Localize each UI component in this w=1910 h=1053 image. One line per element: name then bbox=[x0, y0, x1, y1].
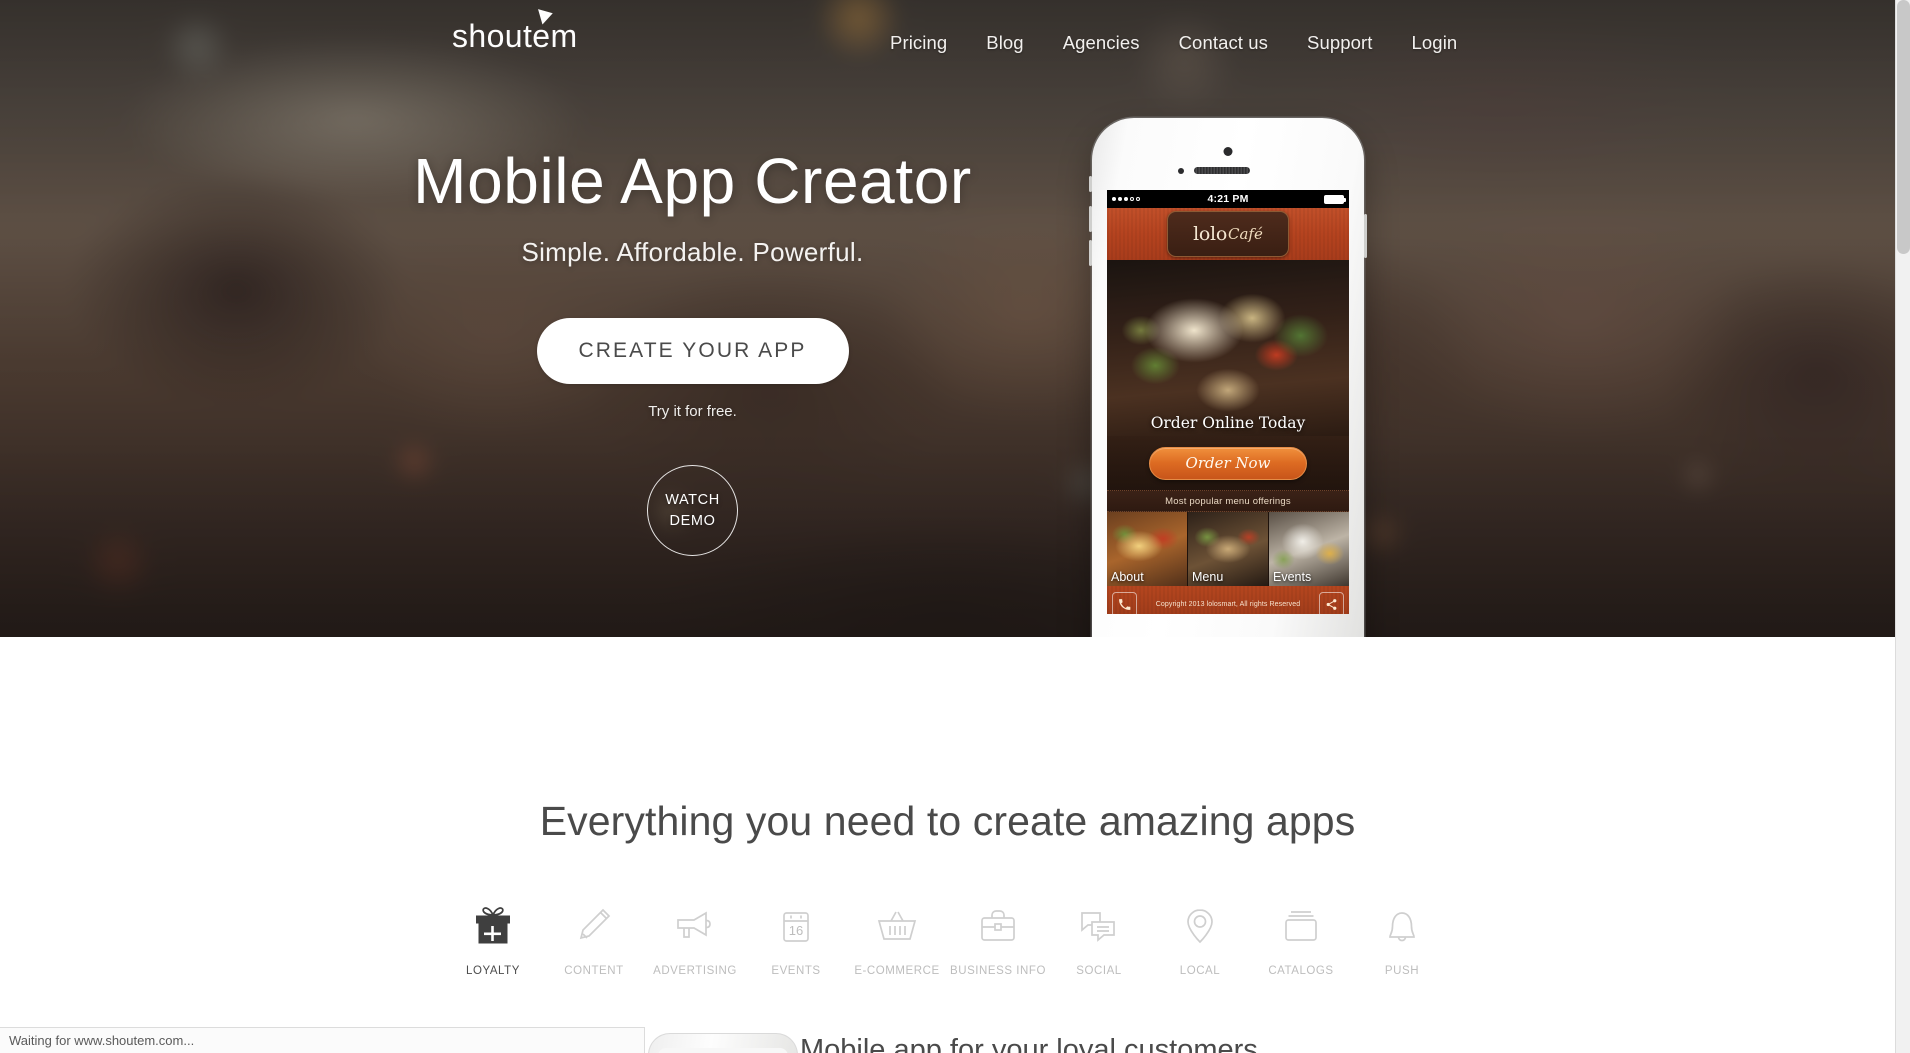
share-icon[interactable] bbox=[1318, 591, 1344, 614]
feature-label: SOCIAL bbox=[1076, 965, 1122, 977]
feature-label: LOYALTY bbox=[466, 965, 520, 977]
feature-item-events[interactable]: 16 EVENTS bbox=[746, 900, 847, 977]
gift-icon bbox=[472, 900, 514, 948]
brand-logo-text: shoutem bbox=[452, 18, 578, 54]
phone-power-button bbox=[1364, 214, 1367, 258]
feature-item-e-commerce[interactable]: E-COMMERCE bbox=[847, 900, 948, 977]
feature-label: CONTENT bbox=[564, 965, 624, 977]
app-footer: Copyright 2013 lolosmart, All rights Res… bbox=[1107, 586, 1349, 614]
app-popular-label: Most popular menu offerings bbox=[1107, 490, 1349, 512]
megaphone-icon bbox=[672, 900, 718, 948]
order-now-button[interactable]: Order Now bbox=[1149, 446, 1307, 480]
feature-label: EVENTS bbox=[771, 965, 821, 977]
nav-item-blog[interactable]: Blog bbox=[986, 32, 1023, 54]
brand-logo[interactable]: shoutem bbox=[452, 5, 578, 54]
features-section: Everything you need to create amazing ap… bbox=[0, 637, 1895, 977]
app-logo-main: lolo bbox=[1193, 223, 1227, 245]
app-tile-events[interactable]: Events bbox=[1269, 512, 1349, 586]
page-scrollbar[interactable] bbox=[1895, 0, 1910, 1053]
phone-front-camera bbox=[1223, 147, 1233, 156]
feature-item-catalogs[interactable]: CATALOGS bbox=[1251, 900, 1352, 977]
calendar-icon: 16 bbox=[775, 900, 817, 948]
watch-demo-line-2: DEMO bbox=[669, 512, 716, 529]
app-order-section: Order Now bbox=[1107, 436, 1349, 490]
nav-item-agencies[interactable]: Agencies bbox=[1063, 32, 1140, 54]
features-heading: Everything you need to create amazing ap… bbox=[539, 798, 1356, 844]
briefcase-icon bbox=[975, 900, 1021, 948]
calendar-date-badge: 16 bbox=[789, 923, 803, 938]
app-hero-caption: Order Online Today bbox=[1150, 414, 1306, 432]
watch-demo-line-1: WATCH bbox=[665, 492, 720, 509]
pencil-icon bbox=[573, 900, 615, 948]
app-header: lolo Café bbox=[1107, 208, 1349, 260]
feature-label: PUSH bbox=[1384, 965, 1420, 977]
feature-label: LOCAL bbox=[1179, 965, 1221, 977]
create-your-app-button[interactable]: CREATE YOUR APP bbox=[536, 318, 849, 385]
app-hero-food-image: Order Online Today bbox=[1107, 260, 1349, 436]
feature-item-content[interactable]: CONTENT bbox=[544, 900, 645, 977]
status-bar-clock: 4:21 PM bbox=[1207, 193, 1249, 205]
hero-section: shoutem Pricing Blog Agencies Contact us… bbox=[0, 0, 1895, 637]
next-section-title: Mobile app for your loyal customers bbox=[800, 1034, 1258, 1053]
nav-item-pricing[interactable]: Pricing bbox=[890, 32, 947, 54]
feature-item-push[interactable]: PUSH bbox=[1352, 900, 1453, 977]
feature-item-business-info[interactable]: BUSINESS INFO bbox=[948, 900, 1049, 977]
nav-item-contact-us[interactable]: Contact us bbox=[1179, 32, 1268, 54]
watch-demo-button[interactable]: WATCH DEMO bbox=[647, 465, 738, 557]
phone-mute-switch bbox=[1089, 176, 1092, 192]
feature-label: ADVERTISING bbox=[653, 965, 737, 977]
battery-icon bbox=[1324, 194, 1346, 204]
feature-item-advertising[interactable]: ADVERTISING bbox=[645, 900, 746, 977]
feature-label: CATALOGS bbox=[1268, 965, 1334, 977]
phone-icon[interactable] bbox=[1112, 591, 1137, 614]
app-tile-label: Menu bbox=[1192, 570, 1224, 584]
catalog-cards-icon bbox=[1278, 900, 1324, 948]
feature-icon-row: LOYALTY CONTENT ADVERTISING 16 EVENTS E-… bbox=[0, 900, 1895, 977]
app-logo: lolo Café bbox=[1167, 211, 1289, 257]
phone-volume-down-button bbox=[1089, 240, 1092, 266]
phone-screen: 4:21 PM lolo Café Order Online Today Orde… bbox=[1107, 190, 1349, 614]
app-tile-label: Events bbox=[1273, 570, 1312, 584]
browser-status-bar: Waiting for www.shoutem.com... bbox=[0, 1027, 645, 1053]
app-logo-script: Café bbox=[1227, 225, 1263, 243]
app-tile-menu[interactable]: Menu bbox=[1188, 512, 1269, 586]
phone-proximity-sensor bbox=[1178, 168, 1184, 174]
bell-icon bbox=[1381, 900, 1423, 948]
main-nav-links: Pricing Blog Agencies Contact us Support… bbox=[890, 32, 1457, 54]
top-navigation-bar: shoutem Pricing Blog Agencies Contact us… bbox=[0, 0, 1895, 78]
ios-status-bar: 4:21 PM bbox=[1107, 190, 1349, 208]
next-section-phone-mockup bbox=[648, 1033, 798, 1053]
feature-label: BUSINESS INFO bbox=[950, 965, 1046, 977]
map-pin-icon bbox=[1179, 900, 1221, 948]
iphone-mockup: 4:21 PM lolo Café Order Online Today Orde… bbox=[1089, 118, 1367, 637]
nav-item-login[interactable]: Login bbox=[1412, 32, 1458, 54]
app-tile-label: About bbox=[1111, 570, 1144, 584]
app-copyright-text: Copyright 2013 lolosmart, All rights Res… bbox=[1155, 600, 1301, 608]
basket-icon bbox=[874, 900, 920, 948]
feature-label: E-COMMERCE bbox=[854, 965, 940, 977]
phone-earpiece-speaker bbox=[1194, 167, 1250, 174]
nav-item-support[interactable]: Support bbox=[1307, 32, 1373, 54]
app-tile-about[interactable]: About bbox=[1107, 512, 1188, 586]
feature-item-loyalty[interactable]: LOYALTY bbox=[443, 900, 544, 977]
scrollbar-thumb[interactable] bbox=[1897, 0, 1910, 254]
chat-bubbles-icon bbox=[1076, 900, 1122, 948]
page-root: shoutem Pricing Blog Agencies Contact us… bbox=[0, 0, 1910, 1053]
feature-item-local[interactable]: LOCAL bbox=[1150, 900, 1251, 977]
feature-item-social[interactable]: SOCIAL bbox=[1049, 900, 1150, 977]
phone-volume-up-button bbox=[1089, 206, 1092, 232]
app-tile-grid: About Menu Events bbox=[1107, 512, 1349, 586]
